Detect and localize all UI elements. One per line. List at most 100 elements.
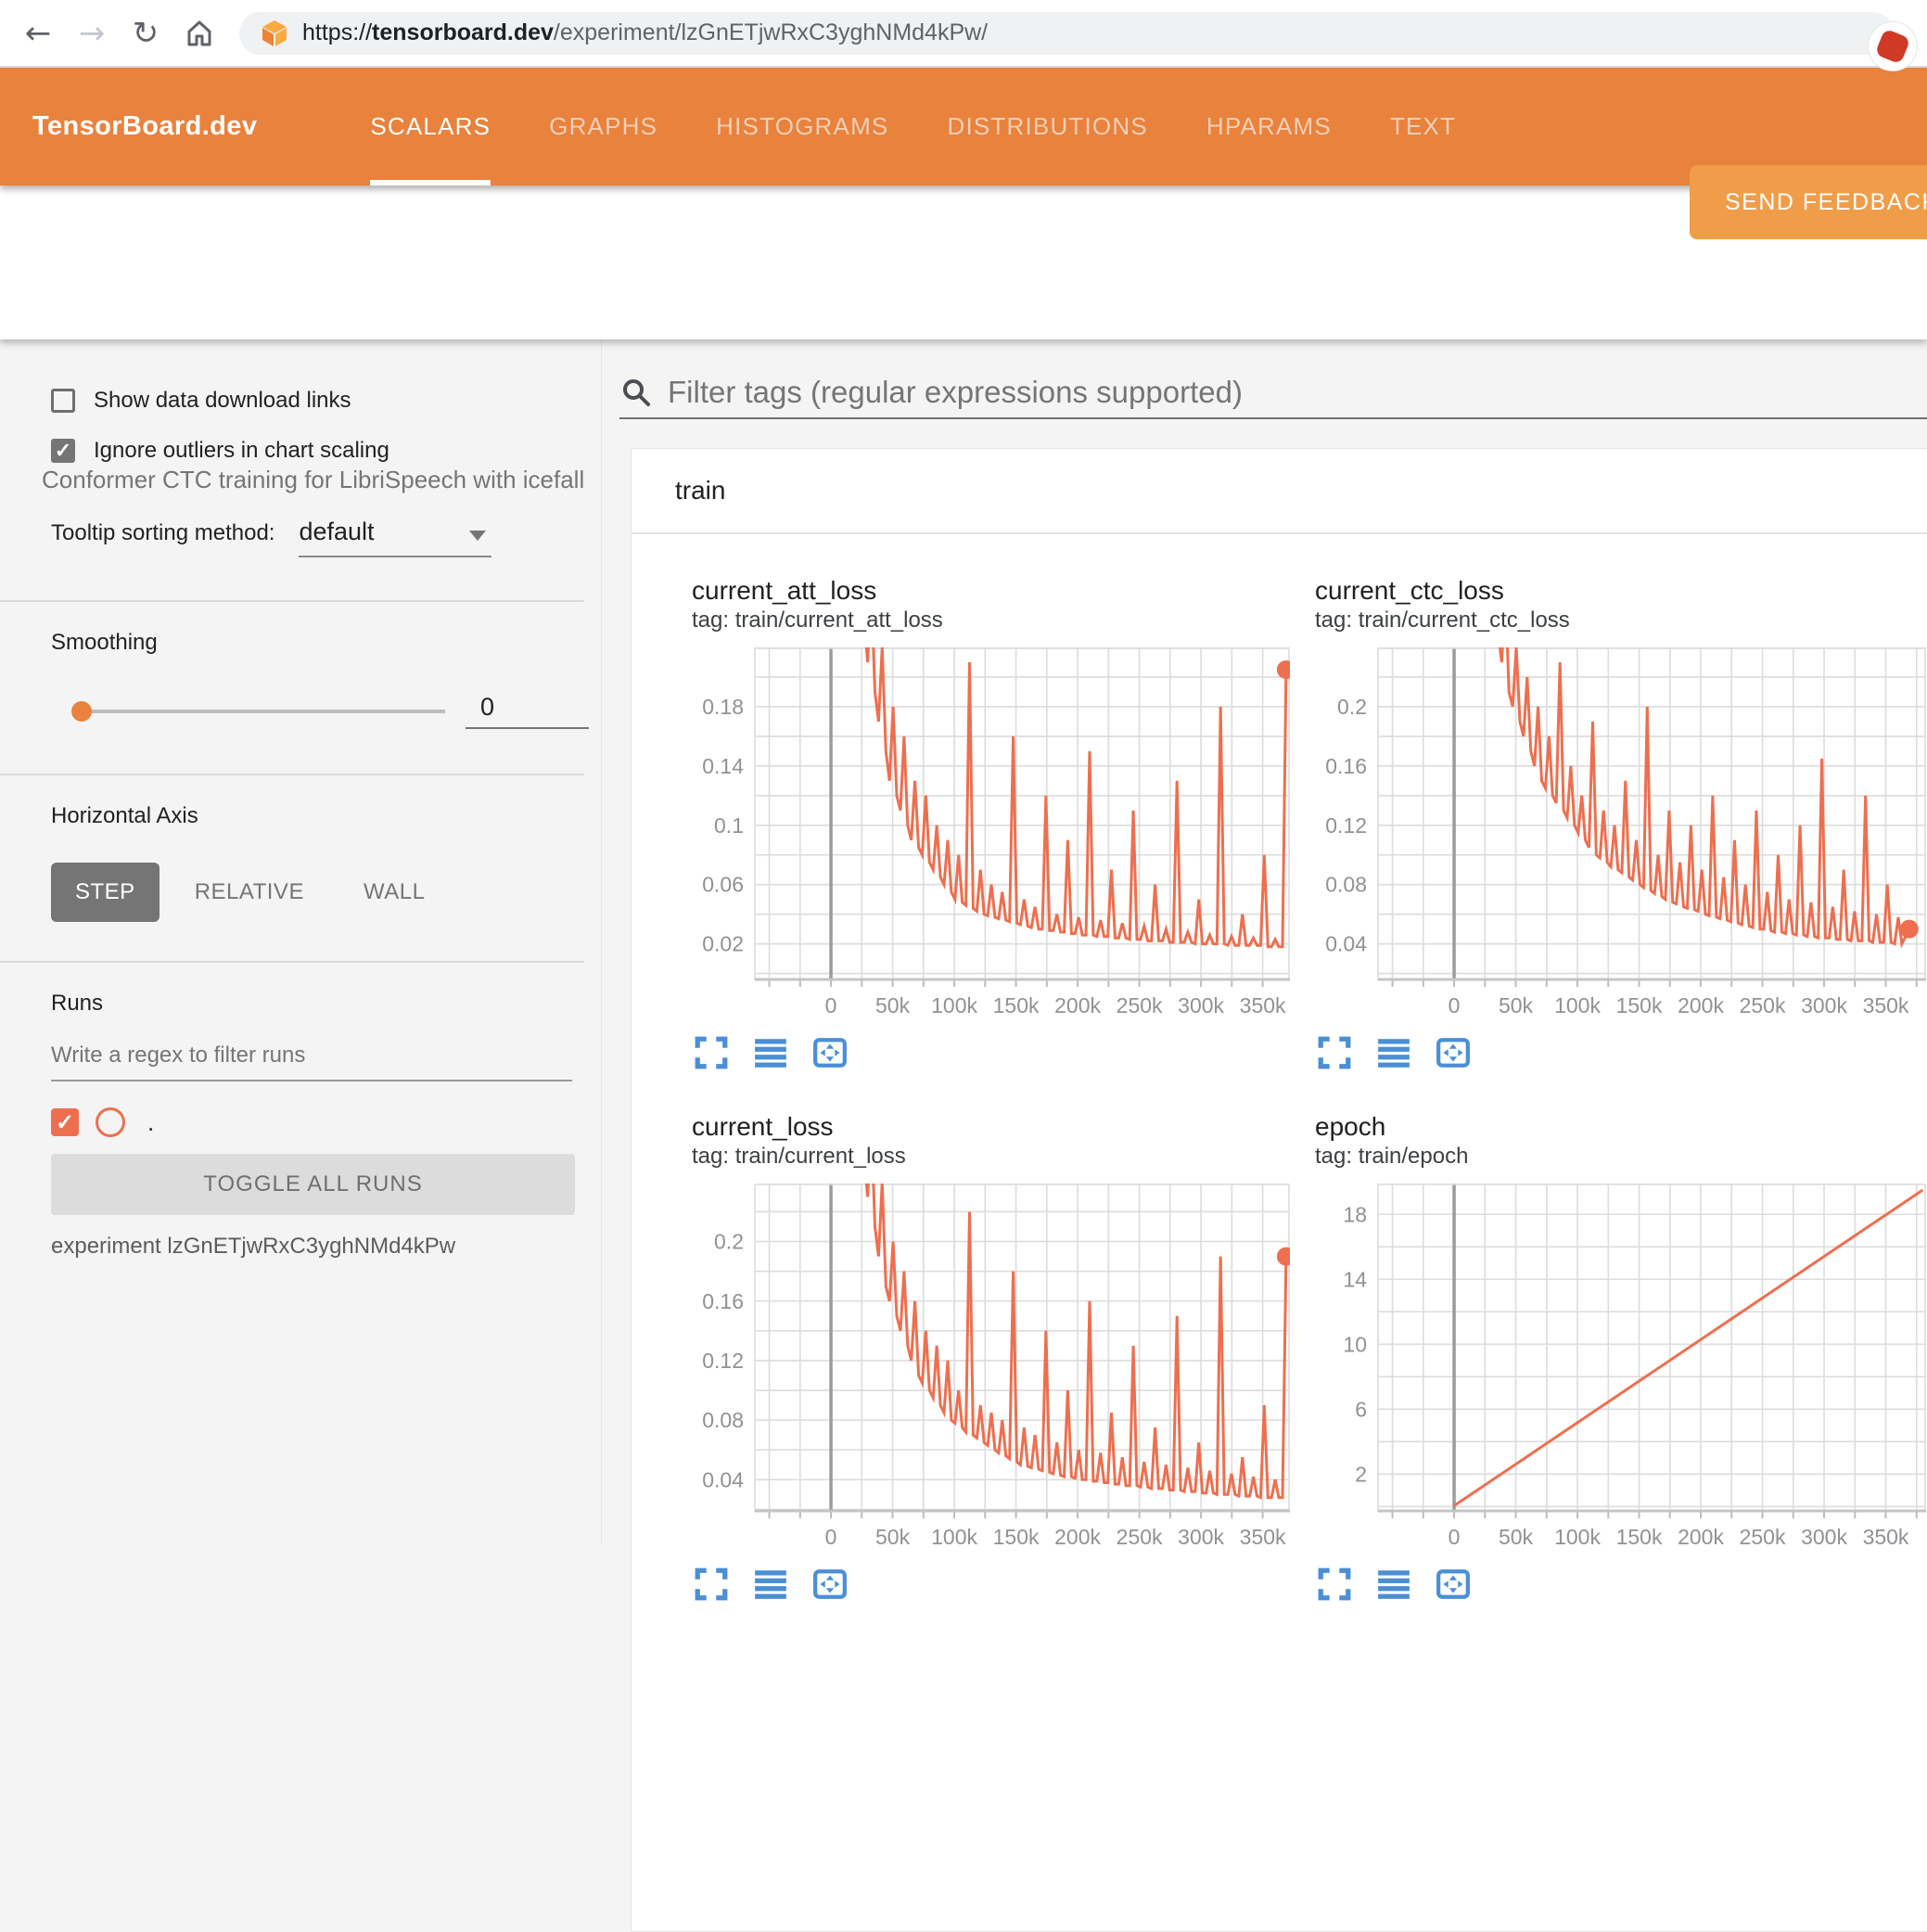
fit-domain-icon[interactable] (1436, 1035, 1471, 1070)
svg-text:0.16: 0.16 (702, 1289, 744, 1313)
data-series-icon[interactable] (753, 1035, 788, 1070)
chart-plot[interactable]: 0.2 0.16 0.12 0.08 0.04 0 50k 100k 150k 200k 250k 3… (1313, 647, 1926, 1024)
svg-text:0.14: 0.14 (702, 754, 744, 778)
svg-text:0.08: 0.08 (702, 1408, 744, 1432)
tab-text[interactable]: TEXT (1390, 68, 1456, 186)
runs-filter-placeholder: Write a regex to filter runs (51, 1043, 306, 1068)
svg-text:300k: 300k (1178, 993, 1224, 1017)
data-series-icon[interactable] (1376, 1567, 1411, 1602)
runs-filter-input[interactable]: Write a regex to filter runs (51, 1043, 572, 1081)
smoothing-slider-thumb[interactable] (71, 700, 92, 722)
show-download-links-checkbox[interactable] (51, 389, 75, 413)
back-icon[interactable]: ← (11, 15, 65, 52)
chart-plot[interactable]: 0.18 0.14 0.1 0.06 0.02 0 50k 100k 150k 200k 250k 3… (690, 647, 1290, 1024)
smoothing-value[interactable]: 0 (466, 693, 589, 729)
tooltip-sorting-value: default (299, 518, 375, 545)
svg-text:0.16: 0.16 (1325, 754, 1367, 778)
forward-icon[interactable]: → (65, 15, 119, 52)
svg-text:100k: 100k (931, 1525, 977, 1549)
svg-text:300k: 300k (1178, 1525, 1224, 1549)
chart-title: current_loss (692, 1112, 834, 1141)
svg-text:0.08: 0.08 (1325, 873, 1367, 897)
data-series-icon[interactable] (1376, 1035, 1411, 1070)
run-color-swatch[interactable] (96, 1107, 125, 1137)
svg-text:150k: 150k (993, 993, 1040, 1017)
tag-filter[interactable] (619, 367, 1927, 419)
svg-text:100k: 100k (931, 993, 977, 1017)
fit-domain-icon[interactable] (812, 1567, 848, 1602)
fit-domain-icon[interactable] (812, 1035, 848, 1070)
fullscreen-icon[interactable] (694, 1035, 729, 1070)
site-favicon (262, 19, 287, 46)
chart-plot[interactable]: 18 14 10 6 2 0 50k 100k 150k 200k 250k 300k 350k (1313, 1184, 1926, 1555)
tab-scalars[interactable]: SCALARS (370, 68, 491, 186)
chart-card: current_ctc_loss tag: train/current_ctc_… (1255, 534, 1927, 1070)
svg-text:100k: 100k (1554, 1525, 1601, 1549)
settings-sidebar: Show data download links ✓ Ignore outlie… (0, 339, 602, 1545)
divider (0, 961, 584, 963)
svg-text:350k: 350k (1863, 993, 1909, 1017)
svg-text:0.12: 0.12 (1325, 813, 1367, 838)
svg-text:150k: 150k (993, 1525, 1040, 1549)
brand-logo: TensorBoard.dev (32, 111, 258, 141)
svg-text:200k: 200k (1054, 1525, 1101, 1549)
tag-filter-input[interactable] (666, 374, 1927, 411)
tab-graphs[interactable]: GRAPHS (549, 68, 657, 186)
tooltip-sorting-select[interactable]: default (299, 518, 492, 557)
svg-text:14: 14 (1343, 1267, 1367, 1291)
fullscreen-icon[interactable] (1317, 1035, 1352, 1070)
divider (0, 774, 584, 775)
svg-text:200k: 200k (1054, 993, 1101, 1017)
data-series-icon[interactable] (753, 1567, 788, 1602)
svg-text:0.2: 0.2 (1337, 695, 1367, 719)
runs-label: Runs (51, 991, 104, 1016)
fit-domain-icon[interactable] (1436, 1567, 1471, 1602)
chart-tag: tag: train/current_att_loss (692, 608, 943, 633)
fullscreen-icon[interactable] (694, 1567, 729, 1602)
svg-text:18: 18 (1343, 1202, 1367, 1226)
chart-plot[interactable]: 0.2 0.16 0.12 0.08 0.04 0 50k 100k 150k 200k 250k 3… (690, 1184, 1290, 1555)
svg-text:6: 6 (1355, 1397, 1367, 1421)
svg-text:0: 0 (1448, 1525, 1461, 1549)
tab-hparams[interactable]: HPARAMS (1206, 68, 1332, 186)
chart-tag: tag: train/current_loss (692, 1144, 906, 1169)
chart-card: current_att_loss tag: train/current_att_… (632, 534, 1290, 1070)
axis-relative-button[interactable]: RELATIVE (171, 863, 328, 922)
svg-text:0: 0 (1448, 993, 1461, 1017)
svg-text:150k: 150k (1616, 1525, 1663, 1549)
axis-wall-button[interactable]: WALL (339, 863, 449, 922)
svg-text:10: 10 (1343, 1332, 1367, 1356)
svg-text:0: 0 (825, 1525, 837, 1549)
dropdown-caret-icon (469, 531, 487, 541)
ignore-outliers-label: Ignore outliers in chart scaling (94, 438, 389, 463)
axis-step-button[interactable]: STEP (51, 863, 160, 922)
svg-text:2: 2 (1355, 1462, 1367, 1486)
svg-text:0: 0 (825, 993, 837, 1017)
tab-distributions[interactable]: DISTRIBUTIONS (947, 68, 1147, 186)
svg-text:0.12: 0.12 (702, 1349, 744, 1373)
smoothing-label: Smoothing (51, 630, 158, 655)
horizontal-axis-toggle: STEP RELATIVE WALL (51, 863, 601, 922)
train-section-header[interactable]: train (632, 449, 1927, 534)
experiment-title: Conformer CTC training for LibriSpeech w… (42, 466, 585, 493)
address-bar[interactable]: https://tensorboard.dev/experiment/lzGnE… (239, 11, 1918, 71)
send-feedback-button[interactable]: SEND FEEDBACK (1690, 165, 1927, 239)
ignore-outliers-checkbox[interactable]: ✓ (51, 439, 75, 463)
run-checkbox[interactable]: ✓ (51, 1108, 79, 1136)
chart-title: current_att_loss (692, 576, 877, 605)
show-download-links-label: Show data download links (94, 388, 351, 413)
chart-card: epoch tag: train/epoch 18 14 10 6 2 0 50k 100k 1… (1255, 1070, 1927, 1602)
chart-tag: tag: train/current_ctc_loss (1315, 608, 1570, 633)
home-icon[interactable] (172, 18, 226, 49)
toggle-all-runs-button[interactable]: TOGGLE ALL RUNS (51, 1154, 575, 1215)
chart-title: current_ctc_loss (1315, 576, 1504, 605)
svg-text:0.2: 0.2 (714, 1230, 744, 1254)
smoothing-slider[interactable] (71, 700, 445, 722)
extension-icon[interactable] (1868, 20, 1918, 71)
reload-icon[interactable]: ↻ (119, 15, 172, 52)
tab-histograms[interactable]: HISTOGRAMS (716, 68, 888, 186)
chart-card: current_loss tag: train/current_loss 0.2… (632, 1070, 1290, 1602)
fullscreen-icon[interactable] (1317, 1567, 1352, 1602)
tooltip-sorting-label: Tooltip sorting method: (51, 520, 275, 545)
svg-text:0.1: 0.1 (714, 813, 744, 838)
